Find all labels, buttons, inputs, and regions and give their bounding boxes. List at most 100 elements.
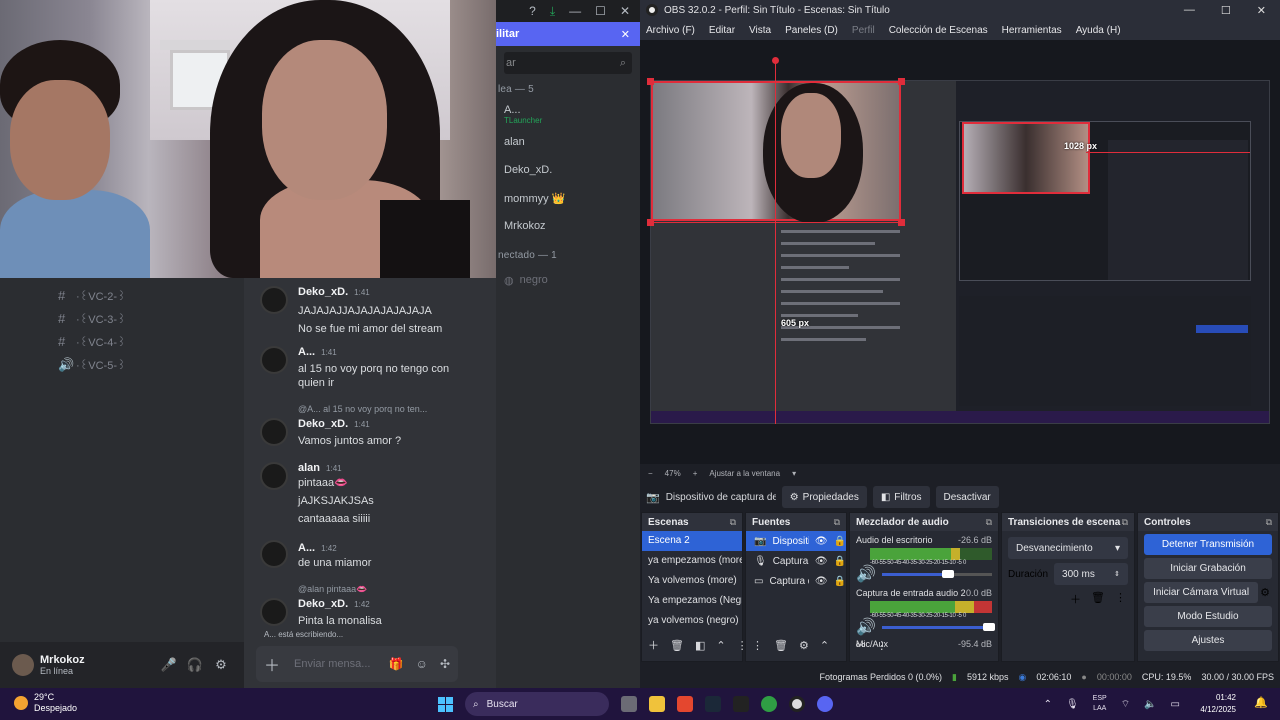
member-item[interactable]: Deko_xD. bbox=[496, 156, 640, 184]
member-item[interactable]: ◍ negro bbox=[496, 266, 640, 294]
dock-float-icon[interactable]: ⧉ bbox=[834, 517, 840, 528]
minimize-button[interactable]: — bbox=[569, 4, 581, 18]
transition-select[interactable]: Desvanecimiento ▾ bbox=[1008, 537, 1128, 559]
menu-paneles[interactable]: Paneles (D) bbox=[785, 25, 838, 36]
studio-mode-button[interactable]: Modo Estudio bbox=[1144, 606, 1272, 627]
task-view-icon[interactable] bbox=[621, 696, 637, 712]
more-icon[interactable]: ⋮ bbox=[876, 639, 887, 652]
chevron-up-icon[interactable]: ⌃ bbox=[716, 639, 725, 652]
scene-item[interactable]: Ya volvemos (more) bbox=[642, 571, 742, 591]
source-item[interactable]: 📷 Dispositivo 👁 🔒 bbox=[746, 531, 846, 551]
add-icon[interactable]: ＋ bbox=[1070, 591, 1081, 607]
brave-icon[interactable] bbox=[677, 696, 693, 712]
filters-button[interactable]: ◧ Filtros bbox=[872, 486, 930, 508]
member-item[interactable]: Mrkokoz bbox=[496, 212, 640, 240]
start-button[interactable] bbox=[438, 696, 453, 712]
close-button[interactable]: ✕ bbox=[1257, 4, 1266, 17]
dock-float-icon[interactable]: ⧉ bbox=[1122, 517, 1128, 528]
lock-icon[interactable]: 🔒 bbox=[834, 576, 846, 587]
epic-games-icon[interactable] bbox=[733, 696, 749, 712]
avatar[interactable] bbox=[260, 418, 288, 446]
add-icon[interactable]: ＋ bbox=[648, 637, 659, 653]
mic-icon[interactable]: 🎙 bbox=[1066, 699, 1079, 710]
channel-item[interactable]: # ·꒰VC-2-꒱ bbox=[0, 284, 244, 307]
message-author[interactable]: Deko_xD. bbox=[298, 598, 348, 610]
duration-input[interactable]: 300 ms ⇕ bbox=[1054, 563, 1128, 585]
xbox-icon[interactable] bbox=[761, 696, 777, 712]
scene-item[interactable]: Escena 2 bbox=[642, 531, 742, 551]
message-input[interactable]: ＋ Enviar mensa... 🎁 ☺ ✣ bbox=[256, 646, 458, 682]
volume-icon[interactable]: 🔈 bbox=[1144, 699, 1156, 710]
trash-icon[interactable]: 🗑 bbox=[1091, 591, 1105, 607]
avatar[interactable] bbox=[260, 346, 288, 374]
rotate-handle[interactable] bbox=[772, 57, 779, 64]
speaker-icon[interactable]: 🔊 bbox=[856, 564, 876, 584]
avatar[interactable] bbox=[260, 286, 288, 314]
message-author[interactable]: Deko_xD. bbox=[298, 418, 348, 430]
download-icon[interactable]: ⤓ bbox=[550, 4, 555, 19]
filter-icon[interactable]: ◧ bbox=[695, 639, 705, 652]
battery-icon[interactable]: ▭ bbox=[1171, 699, 1180, 710]
dock-float-icon[interactable]: ⧉ bbox=[1266, 517, 1272, 528]
resize-handle[interactable] bbox=[647, 78, 654, 85]
preview-canvas[interactable] bbox=[650, 80, 1270, 424]
stop-stream-button[interactable]: Detener Transmisión bbox=[1144, 534, 1272, 555]
resize-handle[interactable] bbox=[898, 219, 905, 226]
volume-slider[interactable] bbox=[881, 569, 992, 578]
headphones-icon[interactable]: 🎧 bbox=[182, 657, 208, 673]
dock-float-icon[interactable]: ⧉ bbox=[986, 517, 992, 528]
eye-icon[interactable]: 👁 bbox=[815, 536, 828, 547]
selected-source-frame[interactable] bbox=[651, 81, 901, 223]
close-button[interactable]: ✕ bbox=[620, 4, 630, 18]
emoji-icon[interactable]: ☺ bbox=[416, 657, 428, 671]
spinner-icon[interactable]: ⇕ bbox=[1114, 570, 1120, 578]
chevron-down-icon[interactable]: ▾ bbox=[792, 469, 796, 478]
language-indicator[interactable]: ESP LAA bbox=[1093, 694, 1107, 714]
menu-herramientas[interactable]: Herramientas bbox=[1002, 25, 1062, 36]
maximize-button[interactable]: ☐ bbox=[595, 4, 606, 18]
menu-coleccion-escenas[interactable]: Colección de Escenas bbox=[889, 25, 988, 36]
gear-icon[interactable]: ⚙ bbox=[208, 657, 234, 673]
dock-float-icon[interactable]: ⧉ bbox=[730, 517, 736, 528]
gear-icon[interactable]: ⚙ bbox=[1260, 586, 1270, 599]
scene-item[interactable]: ya volvemos (negro) bbox=[642, 611, 742, 631]
avatar[interactable] bbox=[12, 654, 34, 676]
volume-slider[interactable] bbox=[881, 622, 996, 631]
apps-icon[interactable]: ✣ bbox=[440, 657, 450, 671]
link-icon[interactable]: ⚯ bbox=[856, 639, 865, 652]
properties-button[interactable]: ⚙ Propiedades bbox=[781, 486, 867, 508]
wifi-icon[interactable]: ⌔ bbox=[1121, 698, 1130, 711]
clock[interactable]: 01:42 4/12/2025 bbox=[1200, 692, 1236, 716]
close-icon[interactable]: ✕ bbox=[621, 28, 630, 41]
eye-icon[interactable]: 👁 bbox=[815, 556, 828, 567]
notification-bell-icon[interactable]: 🔔 bbox=[1254, 696, 1268, 709]
taskbar-search[interactable]: ⌕ Buscar bbox=[465, 692, 609, 716]
message-author[interactable]: alan bbox=[298, 462, 320, 474]
avatar[interactable] bbox=[260, 540, 288, 568]
message-author[interactable]: Deko_xD. bbox=[298, 286, 348, 298]
member-item[interactable]: mommyy 👑 bbox=[496, 184, 640, 212]
preview-area[interactable] bbox=[640, 40, 1280, 464]
lock-icon[interactable]: 🔒 bbox=[834, 556, 846, 567]
source-item[interactable]: 🎙 Captura de 👁 🔒 bbox=[746, 551, 846, 571]
zoom-out-button[interactable]: − bbox=[648, 469, 653, 478]
eye-icon[interactable]: 👁 bbox=[815, 576, 828, 587]
maximize-button[interactable]: ☐ bbox=[1221, 4, 1231, 17]
more-icon[interactable]: ⋮ bbox=[1115, 591, 1126, 607]
message-author[interactable]: A... bbox=[298, 346, 315, 358]
start-recording-button[interactable]: Iniciar Grabación bbox=[1144, 558, 1272, 579]
menu-perfil[interactable]: Perfil bbox=[852, 25, 875, 36]
deactivate-button[interactable]: Desactivar bbox=[935, 486, 999, 508]
steam-icon[interactable] bbox=[705, 696, 721, 712]
resize-handle[interactable] bbox=[647, 219, 654, 226]
member-item[interactable]: A... TLauncher bbox=[496, 100, 640, 128]
message-author[interactable]: A... bbox=[298, 542, 315, 554]
reply-preview[interactable]: @alan pintaaa👄 bbox=[298, 584, 367, 595]
zoom-in-button[interactable]: + bbox=[693, 469, 698, 478]
help-icon[interactable]: ? bbox=[529, 4, 536, 18]
file-explorer-icon[interactable] bbox=[649, 696, 665, 712]
lock-icon[interactable]: 🔒 bbox=[834, 536, 846, 547]
add-attachment-icon[interactable]: ＋ bbox=[264, 652, 280, 676]
menu-ayuda[interactable]: Ayuda (H) bbox=[1076, 25, 1121, 36]
channel-item[interactable]: 🔊 ·꒰VC-5-꒱ bbox=[0, 353, 244, 376]
